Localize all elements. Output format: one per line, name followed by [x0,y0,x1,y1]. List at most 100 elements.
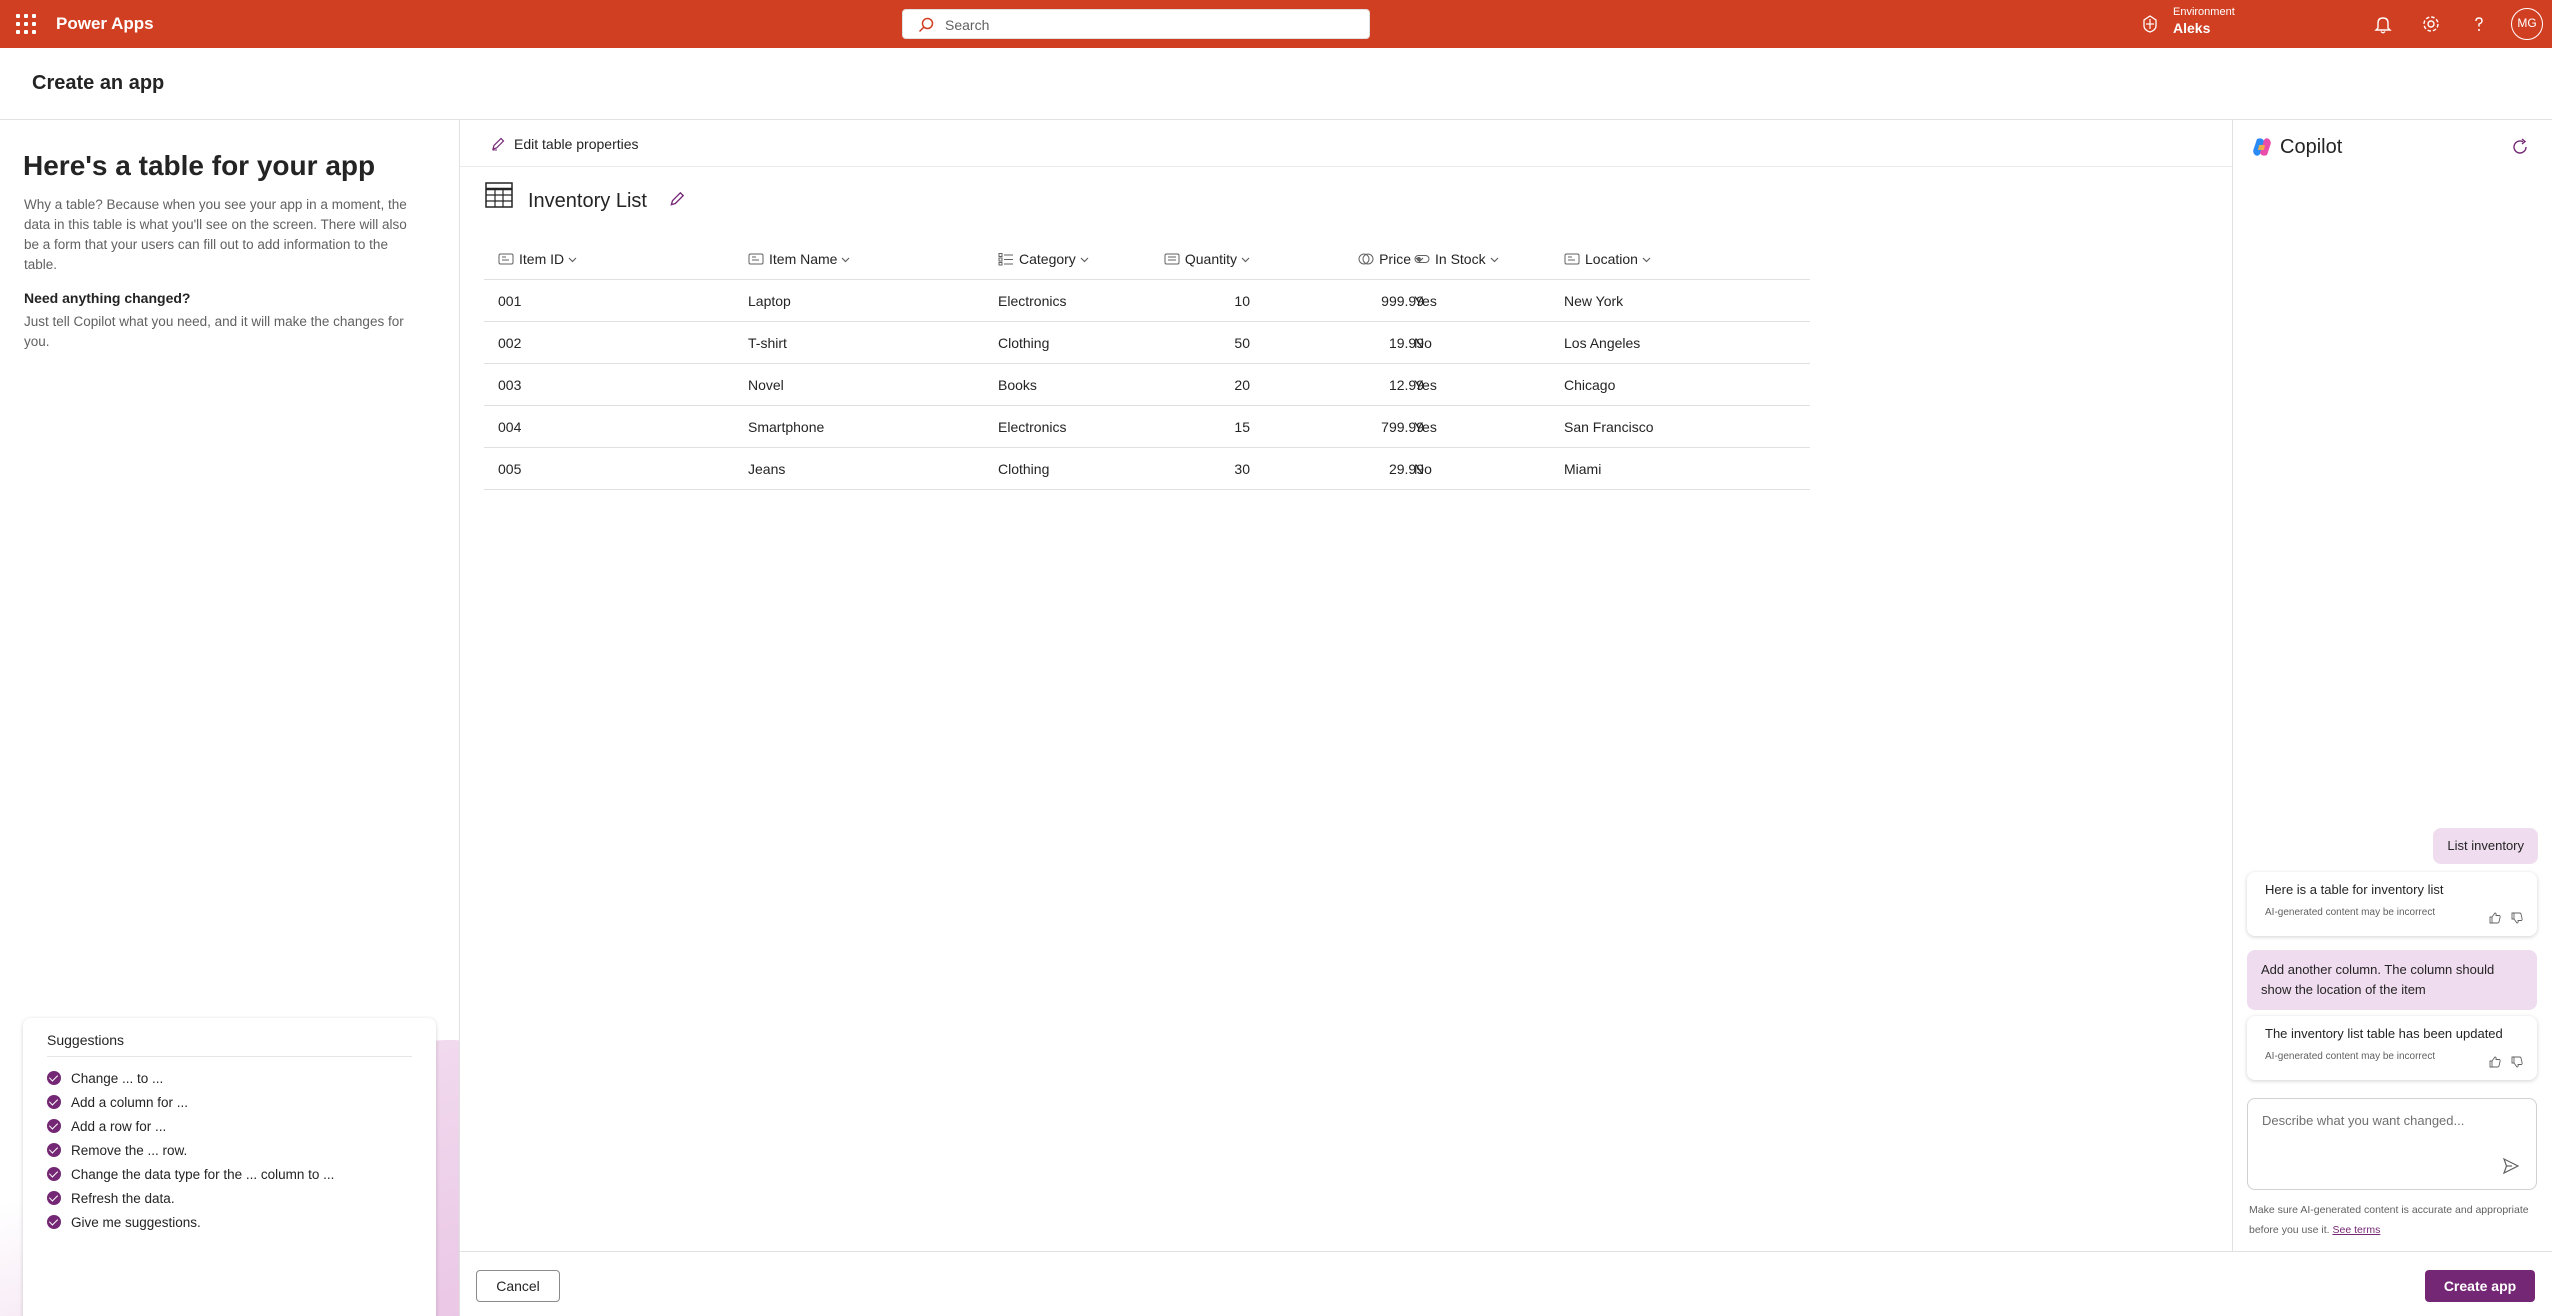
copilot-logo-icon [2253,138,2271,156]
chevron-down-icon[interactable] [1237,255,1250,264]
suggestion-item[interactable]: Add a row for ... [47,1114,334,1138]
thumbs-down-icon[interactable] [2511,1056,2523,1068]
app-name[interactable]: Power Apps [56,14,154,34]
table-cell[interactable]: 10 [1124,280,1250,322]
chevron-down-icon[interactable] [1486,255,1499,264]
table-title: Inventory List [528,190,647,212]
edit-table-properties-button[interactable]: Edit table properties [490,134,639,154]
table-row[interactable]: 001 Laptop Electronics 10 999.99 Yes New York [484,280,1810,322]
table-cell[interactable]: Yes [1414,364,1554,406]
table-cell[interactable]: 799.99 [1314,406,1424,448]
table-cell[interactable]: 999.99 [1314,280,1424,322]
cancel-button[interactable]: Cancel [476,1270,560,1302]
table-cell[interactable]: 004 [498,406,738,448]
help-icon[interactable] [2468,13,2490,35]
bell-icon[interactable] [2372,13,2394,35]
table-row[interactable]: 005 Jeans Clothing 30 29.99 No Miami [484,448,1810,490]
suggestion-item[interactable]: Change the data type for the ... column … [47,1162,334,1186]
table-cell[interactable]: 30 [1124,448,1250,490]
table-cell[interactable]: Jeans [748,448,988,490]
table-cell[interactable]: Electronics [998,280,1118,322]
table-cell[interactable]: 001 [498,280,738,322]
gear-icon[interactable] [2420,13,2442,35]
user-message: List inventory [2433,828,2538,864]
table-icon [485,182,513,208]
page-title: Create an app [32,72,165,94]
chevron-down-icon[interactable] [564,255,577,264]
table-cell[interactable]: 003 [498,364,738,406]
column-header[interactable]: Category [998,238,1118,280]
table-row[interactable]: 003 Novel Books 20 12.99 Yes Chicago [484,364,1810,406]
table-cell[interactable]: Yes [1414,406,1554,448]
table-cell[interactable]: Books [998,364,1118,406]
suggestions-title: Suggestions [47,1032,125,1048]
check-circle-icon [47,1191,61,1205]
table-cell[interactable]: Los Angeles [1564,322,1804,364]
suggestion-item[interactable]: Give me suggestions. [47,1210,334,1234]
copilot-prompt-input[interactable]: Describe what you want changed... [2247,1098,2537,1190]
table-cell[interactable]: 20 [1124,364,1250,406]
create-app-button[interactable]: Create app [2425,1270,2535,1302]
table-cell[interactable]: Clothing [998,448,1118,490]
table-cell[interactable]: Clothing [998,322,1118,364]
suggestion-text: Change the data type for the ... column … [71,1166,335,1182]
table-cell[interactable]: San Francisco [1564,406,1804,448]
table-cell[interactable]: 12.99 [1314,364,1424,406]
table-cell[interactable]: Smartphone [748,406,988,448]
text-field-icon [1564,252,1585,266]
suggestion-text: Add a column for ... [71,1094,189,1110]
edit-table-name-icon[interactable] [668,190,686,208]
suggestion-item[interactable]: Change ... to ... [47,1066,334,1090]
column-header[interactable]: Item ID [498,238,738,280]
suggestions-list: Change ... to ... Add a column for ... Add… [47,1066,334,1234]
table-cell[interactable]: 50 [1124,322,1250,364]
table-cell[interactable]: No [1414,322,1554,364]
column-header[interactable]: In Stock [1414,238,1554,280]
search-box[interactable]: Search [902,9,1370,39]
table-cell[interactable]: Miami [1564,448,1804,490]
ai-message-text: The inventory list table has been update… [2265,1026,2503,1041]
table-row[interactable]: 004 Smartphone Electronics 15 799.99 Yes San F… [484,406,1810,448]
refresh-icon[interactable] [2509,136,2531,158]
chevron-down-icon[interactable] [837,255,850,264]
send-icon[interactable] [2502,1157,2520,1175]
column-header[interactable]: Price [1314,238,1424,280]
table-row[interactable]: 002 T-shirt Clothing 50 19.99 No Los Angeles [484,322,1810,364]
thumbs-up-icon[interactable] [2489,1056,2501,1068]
ai-message: The inventory list table has been update… [2247,1016,2537,1080]
suggestion-text: Refresh the data. [71,1190,175,1206]
column-header[interactable]: Item Name [748,238,988,280]
column-header[interactable]: Quantity [1124,238,1250,280]
table-cell[interactable]: T-shirt [748,322,988,364]
table-cell[interactable]: Electronics [998,406,1118,448]
table-cell[interactable]: 005 [498,448,738,490]
table-cell[interactable]: New York [1564,280,1804,322]
app-launcher-icon[interactable] [14,12,38,36]
table-cell[interactable]: Laptop [748,280,988,322]
table-cell[interactable]: 002 [498,322,738,364]
column-header[interactable]: Location [1564,238,1804,280]
suggestion-text: Change ... to ... [71,1070,164,1086]
table-cell[interactable]: 19.99 [1314,322,1424,364]
suggestion-item[interactable]: Remove the ... row. [47,1138,334,1162]
footer-bar: Cancel Create app [460,1251,2552,1316]
column-header-label: Price [1379,251,1411,267]
table-cell[interactable]: Yes [1414,280,1554,322]
table-cell[interactable]: Novel [748,364,988,406]
ai-message: Here is a table for inventory list AI-ge… [2247,872,2537,936]
thumbs-down-icon[interactable] [2511,912,2523,924]
see-terms-link[interactable]: See terms [2332,1224,2380,1236]
suggestions-card: Suggestions Change ... to ... Add a colum… [23,1018,436,1316]
suggestion-item[interactable]: Refresh the data. [47,1186,334,1210]
table-cell[interactable]: Chicago [1564,364,1804,406]
avatar[interactable]: MG [2511,8,2543,40]
table-cell[interactable]: 29.99 [1314,448,1424,490]
table-cell[interactable]: 15 [1124,406,1250,448]
environment-name[interactable]: Aleks [2173,20,2210,36]
suggestion-item[interactable]: Add a column for ... [47,1090,334,1114]
thumbs-up-icon[interactable] [2489,912,2501,924]
chevron-down-icon[interactable] [1076,255,1089,264]
table-cell[interactable]: No [1414,448,1554,490]
chevron-down-icon[interactable] [1638,255,1651,264]
environment-icon[interactable] [2140,14,2160,34]
